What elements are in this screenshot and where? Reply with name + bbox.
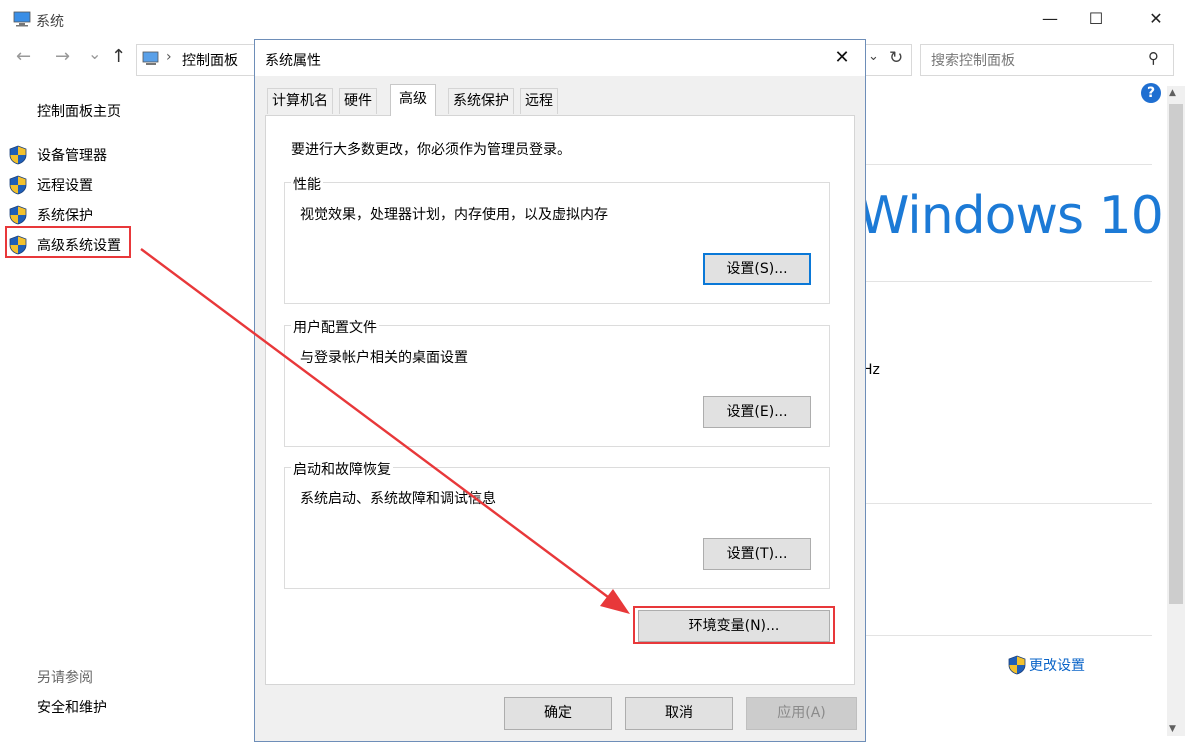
search-icon[interactable]: ⚲ — [1148, 49, 1159, 67]
sidebar-item-label: 远程设置 — [37, 178, 93, 194]
chevron-down-icon: ⌄ — [88, 44, 102, 63]
scrollbar-thumb[interactable] — [1169, 104, 1183, 604]
divider — [866, 281, 1152, 282]
window-close-button[interactable]: ✕ — [1133, 0, 1179, 38]
dialog-close-button[interactable]: ✕ — [825, 45, 859, 71]
up-button[interactable]: ↑ — [111, 46, 126, 67]
user-profiles-description: 与登录帐户相关的桌面设置 — [300, 350, 468, 366]
system-window-icon — [13, 11, 31, 27]
see-also-heading: 另请参阅 — [37, 670, 93, 686]
help-icon[interactable]: ? — [1141, 83, 1161, 103]
dialog-titlebar[interactable] — [255, 40, 865, 76]
sidebar-item-remote-settings[interactable]: 远程设置 — [8, 174, 93, 196]
uac-shield-icon — [8, 205, 28, 225]
divider — [866, 635, 1152, 636]
user-profiles-group — [284, 325, 830, 447]
tab-computer-name[interactable]: 计算机名 — [267, 88, 333, 114]
forward-arrow-icon: → — [55, 46, 71, 67]
sidebar-home-link[interactable]: 控制面板主页 — [37, 101, 121, 121]
back-button[interactable]: ← — [16, 46, 31, 67]
sidebar-item-label: 系统保护 — [37, 208, 93, 224]
breadcrumb-control-panel[interactable]: 控制面板 — [182, 50, 238, 70]
performance-settings-button[interactable]: 设置(S)... — [703, 253, 811, 285]
admin-notice: 要进行大多数更改，你必须作为管理员登录。 — [291, 142, 571, 158]
startup-recovery-group-label: 启动和故障恢复 — [291, 459, 393, 479]
startup-recovery-settings-button[interactable]: 设置(T)... — [703, 538, 811, 570]
search-placeholder: 搜索控制面板 — [931, 53, 1015, 69]
tab-remote[interactable]: 远程 — [520, 88, 558, 114]
change-settings-label: 更改设置 — [1029, 658, 1085, 674]
window-title: 系统 — [36, 14, 64, 30]
uac-shield-icon — [1007, 655, 1027, 675]
annotation-highlight-advanced-settings — [5, 226, 131, 258]
sidebar-item-label: 设备管理器 — [37, 148, 107, 164]
tab-system-protection[interactable]: 系统保护 — [448, 88, 514, 114]
performance-description: 视觉效果，处理器计划，内存使用，以及虚拟内存 — [300, 207, 608, 223]
divider — [866, 503, 1152, 504]
performance-group — [284, 182, 830, 304]
startup-recovery-group — [284, 467, 830, 589]
windows-10-logo-text: Windows 10 — [858, 186, 1164, 246]
dialog-title: 系统属性 — [265, 53, 321, 69]
user-profiles-group-label: 用户配置文件 — [291, 317, 379, 337]
refresh-icon: ↻ — [889, 48, 904, 68]
annotation-highlight-env-button — [633, 606, 835, 644]
maximize-icon: ☐ — [1088, 9, 1104, 28]
recent-locations-button[interactable]: ⌄ — [88, 44, 101, 63]
sidebar-item-device-manager[interactable]: 设备管理器 — [8, 144, 107, 166]
ok-button[interactable]: 确定 — [504, 697, 612, 730]
performance-group-label: 性能 — [291, 174, 323, 194]
startup-recovery-description: 系统启动、系统故障和调试信息 — [300, 491, 496, 507]
minimize-button[interactable]: — — [1027, 0, 1073, 38]
uac-shield-icon — [8, 175, 28, 195]
sidebar-item-system-protection[interactable]: 系统保护 — [8, 204, 93, 226]
maximize-button[interactable]: ☐ — [1073, 0, 1119, 38]
system-properties-dialog: 系统属性 ✕ 计算机名 硬件 系统保护 远程 高级 要进行大多数更改，你必须作为… — [254, 39, 866, 742]
forward-button[interactable]: → — [55, 46, 70, 67]
minimize-icon: — — [1042, 9, 1058, 28]
divider — [866, 164, 1152, 165]
chevron-down-icon: ⌄ — [868, 49, 879, 64]
back-arrow-icon: ← — [16, 46, 32, 67]
user-profiles-settings-button[interactable]: 设置(E)... — [703, 396, 811, 428]
uac-shield-icon — [8, 145, 28, 165]
close-icon: ✕ — [834, 47, 850, 68]
up-arrow-icon: ↑ — [111, 46, 127, 67]
see-also-security-link[interactable]: 安全和维护 — [37, 697, 107, 717]
breadcrumb-separator: › — [166, 49, 172, 65]
scroll-down-icon[interactable]: ▼ — [1169, 724, 1176, 734]
scroll-up-icon[interactable]: ▲ — [1169, 88, 1176, 98]
tab-advanced[interactable]: 高级 — [390, 84, 436, 116]
apply-button: 应用(A) — [746, 697, 857, 730]
control-panel-icon — [142, 51, 159, 65]
change-settings-link[interactable]: 更改设置 — [1007, 655, 1085, 675]
close-icon: ✕ — [1149, 9, 1163, 28]
cancel-button[interactable]: 取消 — [625, 697, 733, 730]
tab-hardware[interactable]: 硬件 — [339, 88, 377, 114]
address-dropdown-button[interactable]: ⌄ — [868, 49, 879, 64]
refresh-button[interactable]: ↻ — [889, 48, 903, 68]
